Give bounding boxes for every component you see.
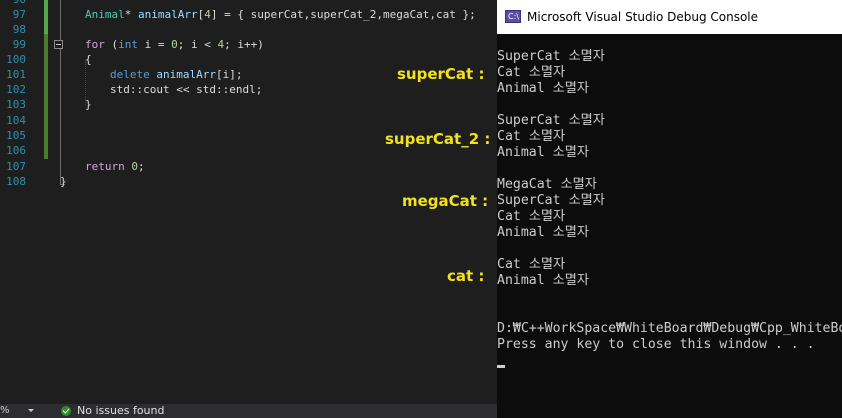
code-line-100: { [85,53,92,66]
text-cursor [497,365,505,368]
annotation-supercat: superCat : [397,65,485,83]
code-token: ] = { superCat,superCat_2,megaCat,cat }; [210,8,476,21]
keyword-token: for [85,38,105,51]
keyword-token: delete [110,68,150,81]
chevron-down-icon[interactable] [28,409,34,412]
zoom-level[interactable]: % [0,404,10,418]
line-number: 97 [12,8,26,21]
type-token: Animal [85,8,125,21]
change-marker-saved [44,0,48,34]
title-bar[interactable]: C:\ Microsoft Visual Studio Debug Consol… [497,0,842,34]
line-number: 108 [6,175,26,188]
change-marker-saved [44,34,48,159]
variable-token: animalArr [156,68,216,81]
code-token: [i]; [215,68,243,81]
keyword-token: return [85,160,125,173]
line-number: 106 [6,144,26,157]
status-bar: % No issues found [0,404,497,418]
annotation-supercat-2: superCat_2 : [385,130,491,148]
code-line-97: Animal* animalArr[4] = { superCat,superC… [85,7,476,22]
console-line: SuperCat 소멸자 [497,49,605,64]
code-token: * [124,8,138,21]
console-icon-label: C:\ [508,12,519,21]
line-number: 103 [6,98,26,111]
variable-token: animalArr [138,8,198,21]
annotation-cat: cat : [447,267,485,285]
line-number: 102 [6,83,26,96]
console-line: Animal 소멸자 [497,225,589,240]
line-number: 104 [6,114,26,127]
debug-console-window[interactable]: C:\ Microsoft Visual Studio Debug Consol… [497,0,842,418]
code-line-101: delete animalArr[i]; [110,67,242,82]
annotation-megacat: megaCat : [402,192,489,210]
code-token: ; i < [177,38,218,51]
console-line: Animal 소멸자 [497,145,589,160]
line-number: 107 [6,160,26,173]
console-line: SuperCat 소멸자 [497,113,605,128]
number-token: 0 [171,38,178,51]
console-line: Cat 소멸자 [497,257,566,272]
line-number: 99 [12,38,26,51]
code-line-103: } [85,98,92,111]
outline-line [60,0,61,185]
code-token: ( [104,38,119,51]
number-token: 4 [204,8,211,21]
console-line: Animal 소멸자 [497,81,589,96]
window-title: Microsoft Visual Studio Debug Console [527,10,759,24]
console-line: D:₩C++WorkSpace₩WhiteBoard₩Debug₩Cpp_Whi… [497,321,842,336]
console-line: Cat 소멸자 [497,209,566,224]
code-editor[interactable]: 96 97 98 99 100 101 102 103 104 105 106 … [0,0,497,192]
line-number-gutter: 96 97 98 99 100 101 102 103 104 105 106 … [0,0,38,192]
code-token: i = [138,38,172,51]
console-line: Animal 소멸자 [497,273,589,288]
issues-status[interactable]: No issues found [77,404,164,418]
code-line-108: } [60,175,67,188]
console-line: Press any key to close this window . . . [497,337,815,352]
check-circle-icon [61,406,71,416]
console-line: SuperCat 소멸자 [497,193,605,208]
code-token: ; i++) [224,38,264,51]
line-number: 105 [6,129,26,142]
line-number: 96 [0,0,26,7]
collapse-icon[interactable] [54,40,63,49]
line-number: 100 [6,53,26,66]
code-line-99: for (int i = 0; i < 4; i++) [85,37,264,52]
line-number: 101 [6,68,26,81]
code-token: ; [138,160,145,173]
keyword-token: int [118,38,138,51]
console-line: Cat 소멸자 [497,65,566,80]
console-line: MegaCat 소멸자 [497,177,597,192]
console-icon: C:\ [505,10,521,23]
line-number: 98 [12,23,26,36]
code-line-107: return 0; [85,159,145,174]
console-line: Cat 소멸자 [497,129,566,144]
number-token: 0 [131,160,138,173]
code-line-102: std::cout << std::endl; [110,83,263,96]
